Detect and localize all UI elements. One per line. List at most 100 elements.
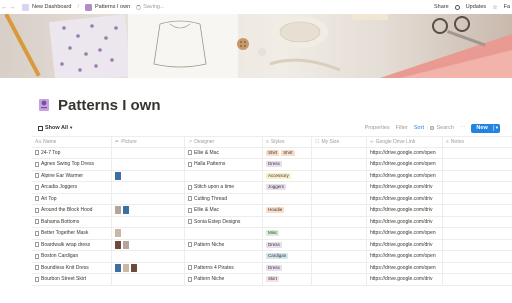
drive-link-cell[interactable]: https://drive.google.com/driv xyxy=(367,239,443,250)
drive-link-cell[interactable]: https://drive.google.com/driv xyxy=(367,205,443,216)
styles-cell[interactable]: Dress xyxy=(263,262,312,273)
designer-cell[interactable] xyxy=(185,170,263,181)
picture-thumbnail[interactable] xyxy=(131,263,137,272)
designer-link[interactable]: Ellie & Mac xyxy=(194,150,219,156)
notes-cell[interactable] xyxy=(443,182,512,193)
table-row[interactable]: Alpine Ear Warmer Accessory https://drive.… xyxy=(32,170,512,182)
picture-cell[interactable] xyxy=(112,170,185,181)
designer-link[interactable]: Sonia Estep Designs xyxy=(194,219,240,225)
my-size-cell[interactable] xyxy=(312,262,367,273)
column-header-notes[interactable]: ≡ Notes xyxy=(443,137,512,147)
style-tag[interactable]: Cardigan xyxy=(266,253,289,260)
designer-cell[interactable]: Halla Patterns xyxy=(185,159,263,170)
column-header-picture[interactable]: ✒ Picture xyxy=(112,137,185,147)
drive-link[interactable]: https://drive.google.com/driv xyxy=(370,184,433,190)
name-cell[interactable]: Boardwalk wrap dress xyxy=(32,239,112,250)
name-cell[interactable]: Ari Top xyxy=(32,193,112,204)
designer-cell[interactable]: Cutting Thread xyxy=(185,193,263,204)
name-cell[interactable]: Agnes Swing Top Dress xyxy=(32,159,112,170)
share-button[interactable]: Share xyxy=(434,4,449,10)
styles-cell[interactable] xyxy=(263,216,312,227)
my-size-cell[interactable] xyxy=(312,182,367,193)
designer-link[interactable]: Pattern Niche xyxy=(194,242,224,248)
my-size-cell[interactable] xyxy=(312,147,367,158)
drive-link-cell[interactable]: https://drive.google.com/open xyxy=(367,147,443,158)
styles-cell[interactable]: Hoodie xyxy=(263,205,312,216)
notes-cell[interactable] xyxy=(443,159,512,170)
my-size-cell[interactable] xyxy=(312,159,367,170)
table-row[interactable]: Bourbon Street Skirt Pattern Niche Skirt ht… xyxy=(32,274,512,286)
filter-button[interactable]: Filter xyxy=(396,125,408,131)
designer-link[interactable]: Stitch upon a time xyxy=(194,184,234,190)
my-size-cell[interactable] xyxy=(312,251,367,262)
table-row[interactable]: Arcadia Joggers Stitch upon a time Joggers… xyxy=(32,182,512,194)
chevron-down-icon[interactable]: ▾ xyxy=(492,125,500,131)
my-size-cell[interactable] xyxy=(312,205,367,216)
picture-cell[interactable] xyxy=(112,216,185,227)
designer-link[interactable]: Pattern Niche xyxy=(194,276,224,282)
drive-link[interactable]: https://drive.google.com/driv xyxy=(370,196,433,202)
column-header-styles[interactable]: ≡ Styles xyxy=(263,137,312,147)
drive-link[interactable]: https://drive.google.com/open xyxy=(370,253,436,259)
designer-cell[interactable] xyxy=(185,251,263,262)
style-tag[interactable]: Joggers xyxy=(266,184,287,191)
column-header-drive-link[interactable]: ∞ Google Drive Link xyxy=(367,137,443,147)
picture-thumbnail[interactable] xyxy=(123,206,129,215)
table-row[interactable]: Boundless Knit Dress Patterns 4 Pirates Dr… xyxy=(32,262,512,274)
my-size-cell[interactable] xyxy=(312,239,367,250)
drive-link-cell[interactable]: https://drive.google.com/open xyxy=(367,170,443,181)
designer-link[interactable]: Halla Patterns xyxy=(194,161,225,167)
clock-icon[interactable] xyxy=(454,4,460,10)
notes-cell[interactable] xyxy=(443,263,512,274)
designer-cell[interactable]: Ellie & Mac xyxy=(185,147,263,158)
drive-link-cell[interactable]: https://drive.google.com/open xyxy=(367,262,443,273)
table-row[interactable]: 24-7 Top Ellie & Mac Shirt Shirt https://dri… xyxy=(32,147,512,159)
new-button[interactable]: New ▾ xyxy=(471,123,500,133)
back-arrow-icon[interactable]: ← xyxy=(0,4,8,11)
picture-cell[interactable] xyxy=(112,182,185,193)
more-options-icon[interactable]: ⋯ xyxy=(460,125,466,131)
view-selector[interactable]: Show All ▾ xyxy=(38,125,72,131)
name-cell[interactable]: 24-7 Top xyxy=(32,147,112,158)
drive-link-cell[interactable]: https://drive.google.com/driv xyxy=(367,274,443,285)
picture-cell[interactable] xyxy=(112,239,185,250)
drive-link-cell[interactable]: https://drive.google.com/driv xyxy=(367,216,443,227)
styles-cell[interactable]: Skirt xyxy=(263,274,312,285)
designer-cell[interactable]: Patterns 4 Pirates xyxy=(185,262,263,273)
page-title[interactable]: Patterns I own xyxy=(58,97,161,114)
picture-thumbnail[interactable] xyxy=(115,171,121,180)
name-cell[interactable]: Around the Block Hood xyxy=(32,205,112,216)
drive-link[interactable]: https://drive.google.com/open xyxy=(370,265,436,271)
drive-link[interactable]: https://drive.google.com/driv xyxy=(370,207,433,213)
my-size-cell[interactable] xyxy=(312,193,367,204)
my-size-cell[interactable] xyxy=(312,274,367,285)
picture-thumbnail[interactable] xyxy=(115,263,121,272)
styles-cell[interactable]: Dress xyxy=(263,239,312,250)
picture-cell[interactable] xyxy=(112,262,185,273)
notes-cell[interactable] xyxy=(443,251,512,262)
table-row[interactable]: Boston Cardigan Cardigan https://drive.goo… xyxy=(32,251,512,263)
style-tag[interactable]: Accessory xyxy=(266,172,291,179)
star-icon[interactable]: ☆ xyxy=(492,4,497,11)
picture-thumbnail[interactable] xyxy=(123,240,129,249)
picture-cell[interactable] xyxy=(112,205,185,216)
designer-cell[interactable]: Ellie & Mac xyxy=(185,205,263,216)
designer-cell[interactable]: Pattern Niche xyxy=(185,239,263,250)
name-cell[interactable]: Better Together Mask xyxy=(32,228,112,239)
designer-cell[interactable] xyxy=(185,228,263,239)
styles-cell[interactable]: Cardigan xyxy=(263,251,312,262)
name-cell[interactable]: Alpine Ear Warmer xyxy=(32,170,112,181)
table-row[interactable]: Boardwalk wrap dress Pattern Niche Dress ht… xyxy=(32,239,512,251)
properties-button[interactable]: Properties xyxy=(365,125,390,131)
name-cell[interactable]: Boundless Knit Dress xyxy=(32,262,112,273)
table-row[interactable]: Agnes Swing Top Dress Halla Patterns Dress… xyxy=(32,159,512,171)
styles-cell[interactable]: Dress xyxy=(263,159,312,170)
notes-cell[interactable] xyxy=(443,148,512,159)
styles-cell[interactable] xyxy=(263,193,312,204)
breadcrumb-item-page[interactable]: Patterns I own xyxy=(95,4,130,10)
picture-thumbnail[interactable] xyxy=(115,206,121,215)
drive-link[interactable]: https://drive.google.com/driv xyxy=(370,219,433,225)
favorite-button[interactable]: Fa xyxy=(504,4,510,10)
notes-cell[interactable] xyxy=(443,205,512,216)
picture-thumbnail[interactable] xyxy=(123,263,129,272)
